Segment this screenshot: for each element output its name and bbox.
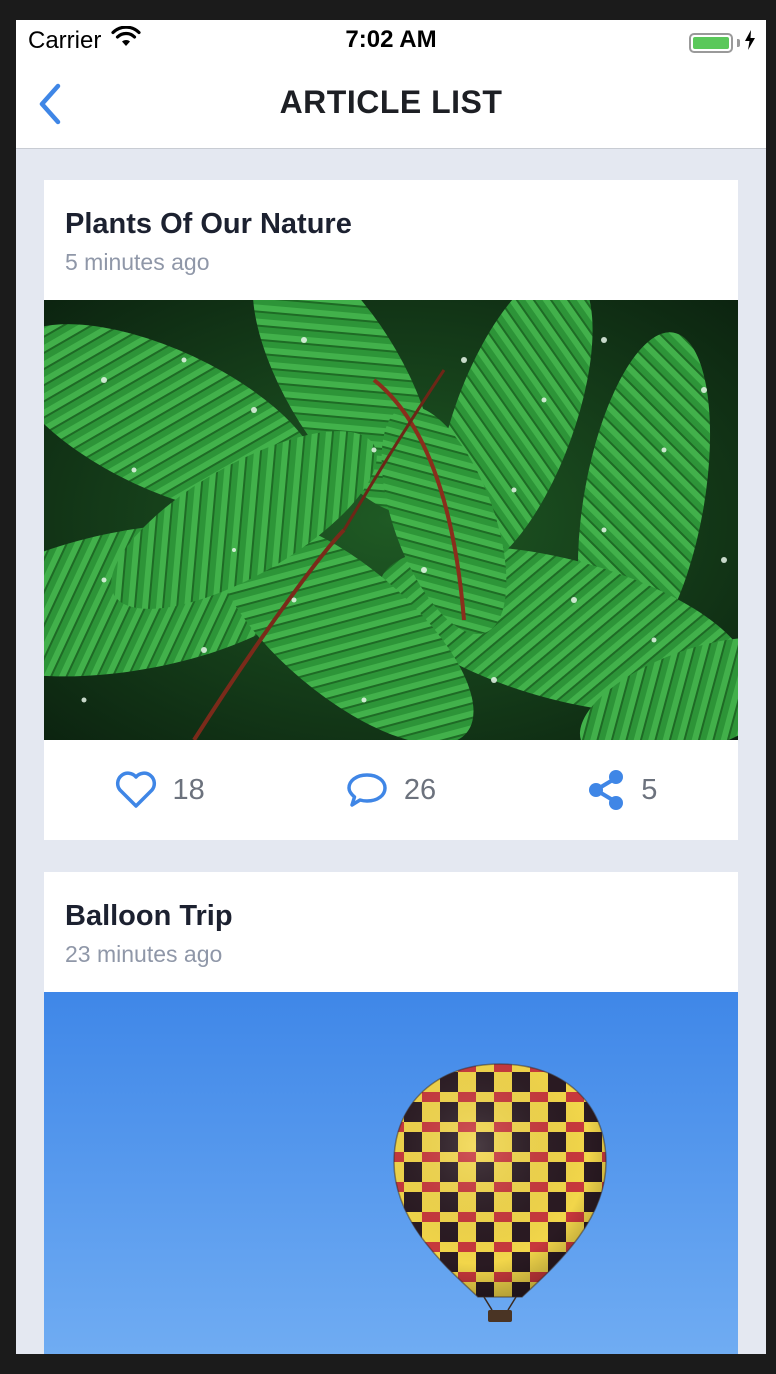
article-card[interactable]: Balloon Trip 23 minutes ago <box>44 872 738 1354</box>
fern-leaves-photo[interactable] <box>44 300 738 740</box>
battery-indicator <box>689 30 756 55</box>
comment-button[interactable]: 26 <box>275 740 506 840</box>
status-bar: Carrier 7:02 AM <box>16 20 766 60</box>
article-timestamp: 23 minutes ago <box>65 941 223 967</box>
article-header: Balloon Trip 23 minutes ago <box>44 872 738 967</box>
article-title: Plants Of Our Nature <box>65 208 352 240</box>
comment-icon <box>347 773 387 807</box>
battery-icon <box>689 32 733 53</box>
share-button[interactable]: 5 <box>507 740 738 840</box>
clock: 7:02 AM <box>345 26 437 53</box>
app-screen: Carrier 7:02 AM ARTICLE LIST Plants Of O… <box>16 20 766 1354</box>
like-button[interactable]: 18 <box>44 740 275 840</box>
share-icon <box>589 770 624 810</box>
article-timestamp: 5 minutes ago <box>65 249 210 275</box>
article-header: Plants Of Our Nature 5 minutes ago <box>44 180 738 275</box>
navigation-bar: ARTICLE LIST <box>16 60 766 149</box>
like-count: 18 <box>172 773 205 806</box>
comment-count: 26 <box>403 773 437 806</box>
bolt-icon <box>744 30 756 55</box>
share-count: 5 <box>641 773 658 806</box>
heart-icon <box>115 771 156 808</box>
article-card[interactable]: Plants Of Our Nature 5 minutes ago 18 26… <box>44 180 738 840</box>
hot-air-balloon-photo[interactable] <box>44 992 738 1354</box>
article-actions: 18 26 5 <box>44 740 738 840</box>
article-title: Balloon Trip <box>65 900 233 932</box>
page-title: ARTICLE LIST <box>279 84 503 120</box>
